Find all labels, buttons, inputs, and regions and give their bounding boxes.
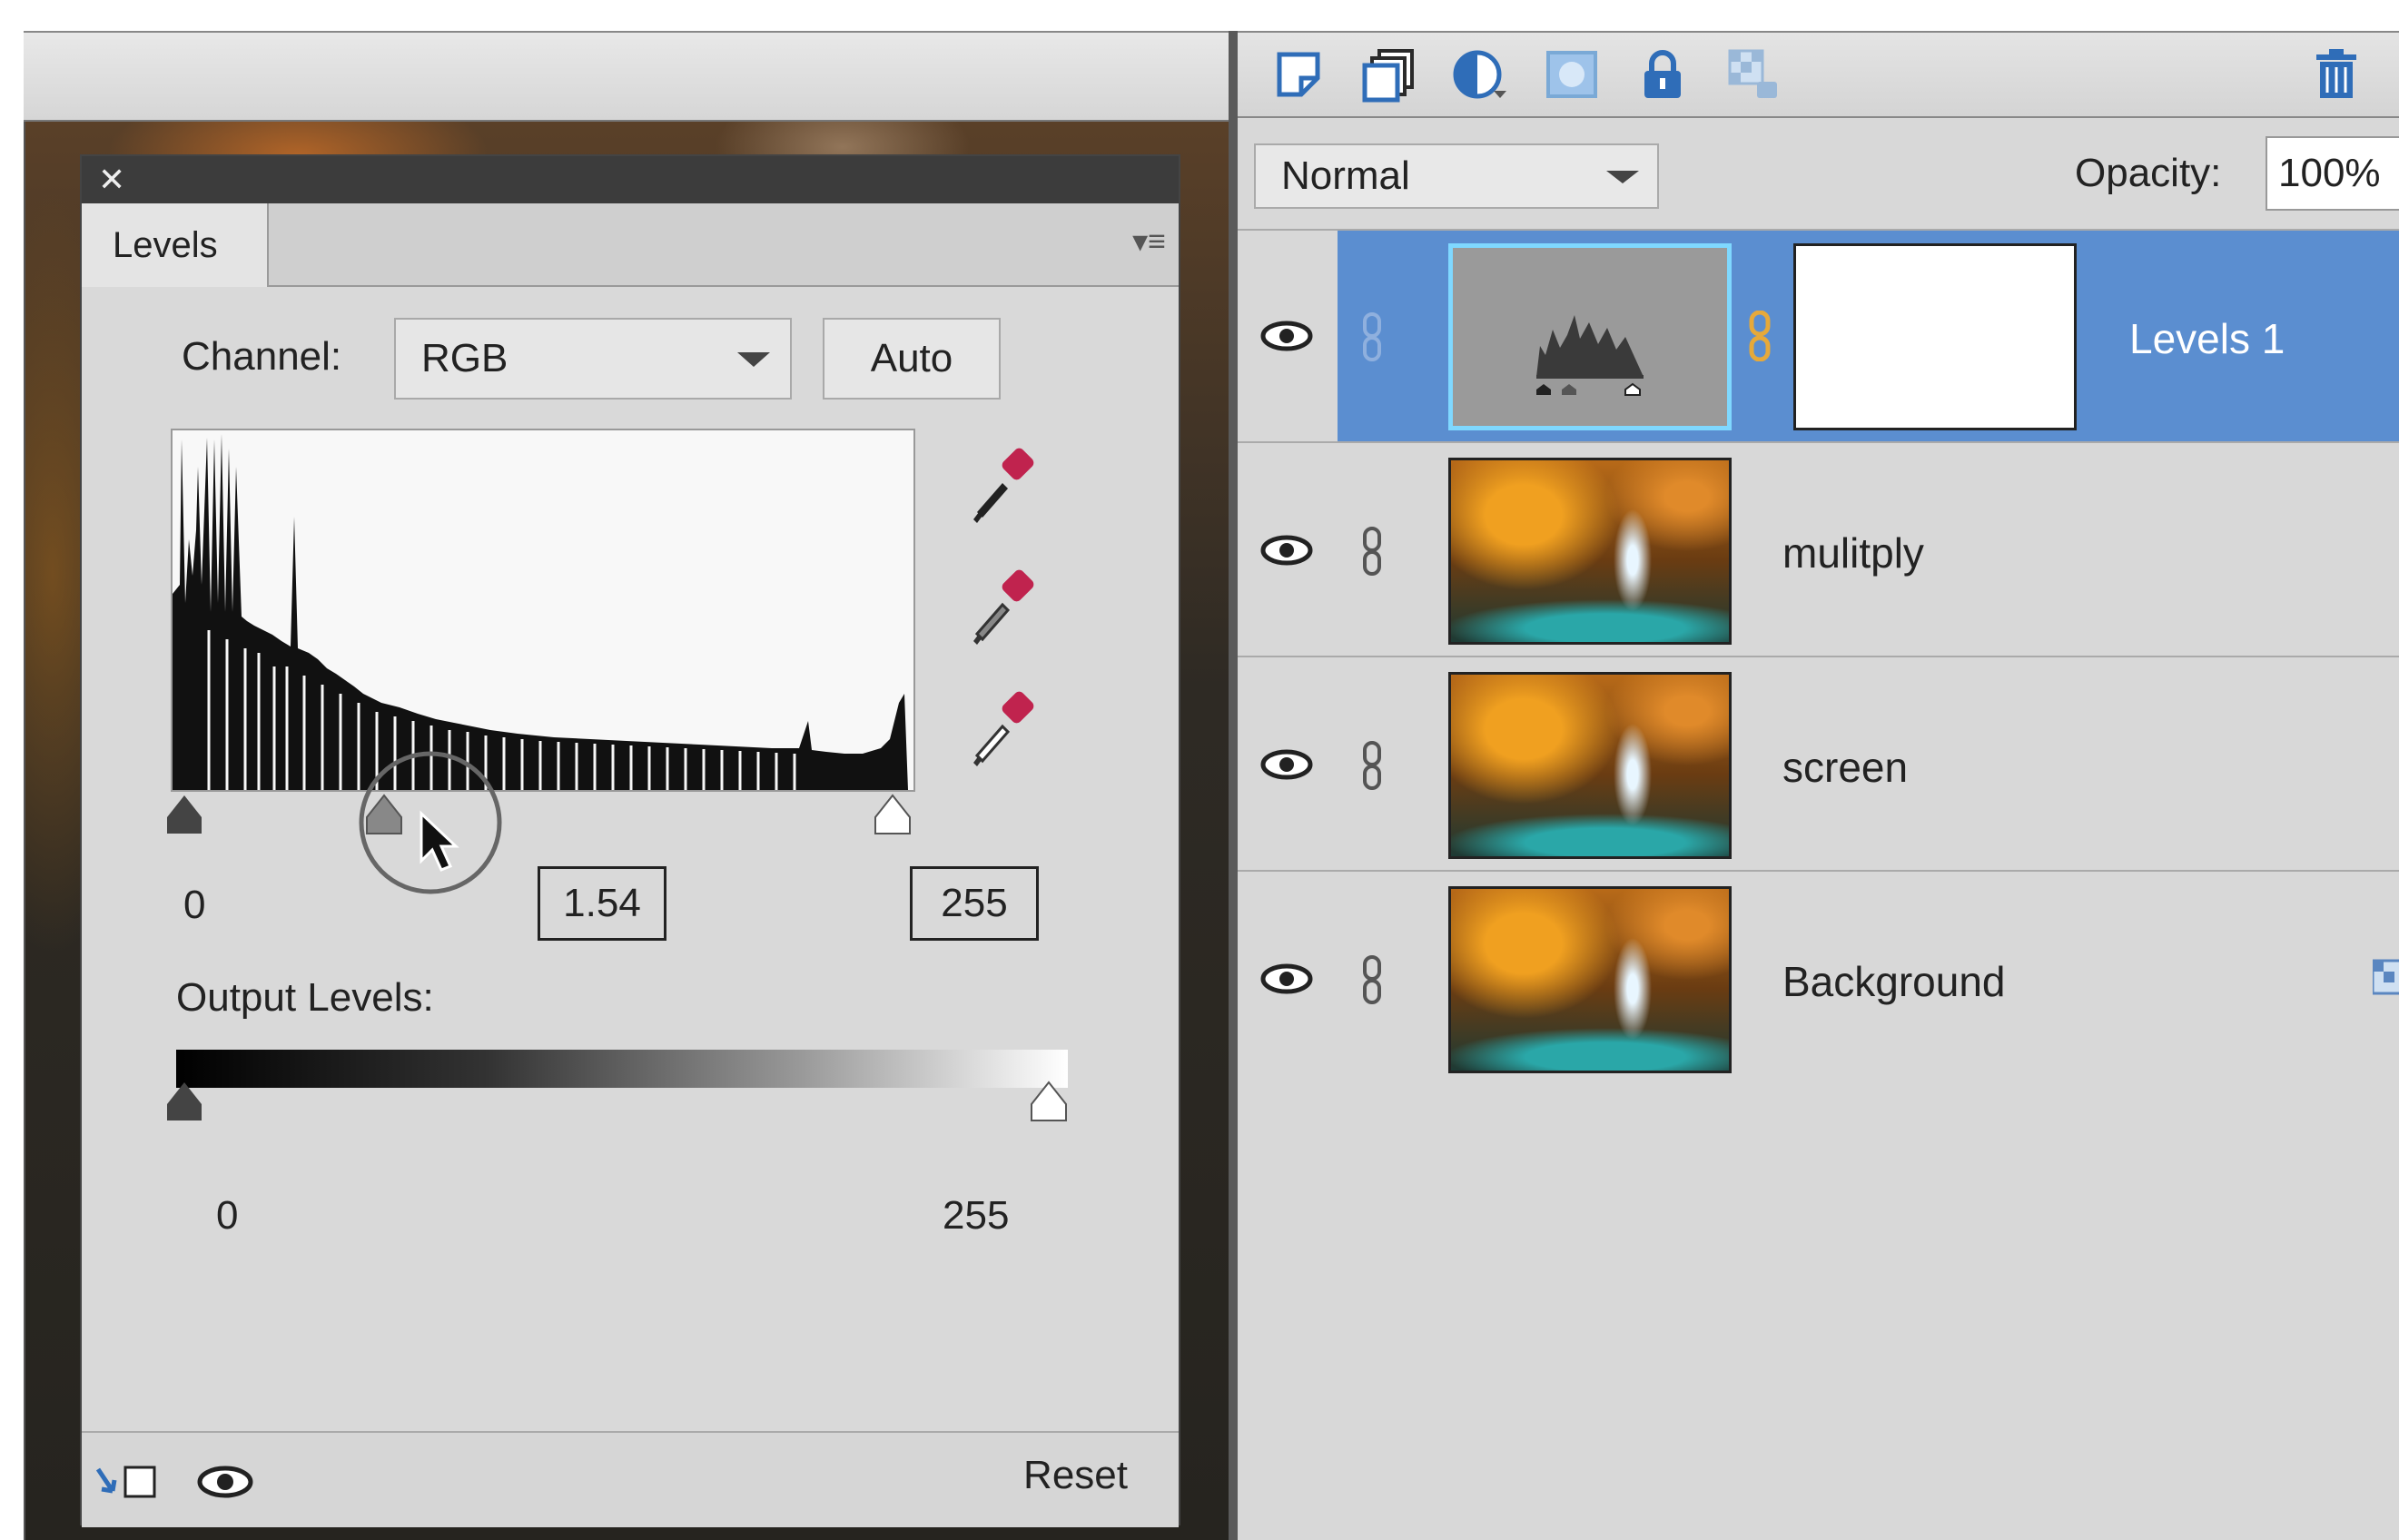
- layer-link-icon[interactable]: [1361, 955, 1383, 1004]
- chevron-down-icon: [737, 352, 770, 367]
- lock-transparent-icon[interactable]: [1724, 45, 1782, 104]
- channel-value: RGB: [421, 336, 508, 380]
- lock-icon[interactable]: [1634, 45, 1692, 104]
- layer-row[interactable]: Background: [1238, 874, 2399, 1086]
- blend-mode-value: Normal: [1281, 153, 1410, 198]
- layer-thumbnail: [1448, 458, 1732, 645]
- layer-row[interactable]: Levels 1: [1238, 231, 2399, 443]
- close-icon[interactable]: ✕: [98, 162, 125, 198]
- new-layer-icon[interactable]: [1270, 45, 1328, 104]
- adjustment-layer-icon[interactable]: [1452, 45, 1510, 104]
- output-black-value: 0: [216, 1193, 239, 1238]
- document-toolbar: [24, 31, 1229, 122]
- input-black-slider[interactable]: [162, 792, 207, 837]
- levels-panel: ✕ Levels ▾≡ Channel: RGB Auto 0 1.54 255…: [80, 154, 1180, 1527]
- layer-name: screen: [1782, 744, 1909, 791]
- histogram: [171, 429, 915, 792]
- layer-eye-icon[interactable]: [1259, 532, 1314, 568]
- histogram-shape: [173, 434, 908, 790]
- levels-thumbnail: [1448, 243, 1732, 430]
- panel-titlebar: ✕: [82, 156, 1179, 203]
- tab-levels[interactable]: Levels: [82, 203, 269, 287]
- tab-strip: Levels ▾≡: [82, 203, 1179, 287]
- auto-button[interactable]: Auto: [823, 318, 1001, 400]
- layers-toolbar: [1238, 31, 2399, 118]
- layer-name: Background: [1782, 958, 2006, 1005]
- visibility-eye-icon[interactable]: [196, 1464, 254, 1500]
- layer-eye-icon[interactable]: [1259, 746, 1314, 783]
- mask-link-icon[interactable]: [1746, 311, 1773, 361]
- layer-row[interactable]: mulitply: [1238, 445, 2399, 657]
- trash-icon[interactable]: [2307, 45, 2365, 104]
- layer-link-icon[interactable]: [1361, 527, 1383, 576]
- duplicate-layer-icon[interactable]: [1361, 45, 1419, 104]
- mouse-pointer-icon: [420, 810, 459, 872]
- channel-select[interactable]: RGB: [394, 318, 792, 400]
- opacity-field[interactable]: 100%: [2266, 136, 2399, 211]
- gray-eyedropper-icon[interactable]: [963, 567, 1044, 648]
- layer-eye-icon[interactable]: [1259, 318, 1314, 354]
- blend-mode-select[interactable]: Normal: [1254, 143, 1659, 209]
- output-black-slider[interactable]: [162, 1079, 207, 1124]
- layer-name: mulitply: [1782, 529, 1924, 577]
- layers-panel: Normal Opacity: 100% Levels 1 mulitply s…: [1229, 31, 2399, 1540]
- layer-thumbnail: [1448, 886, 1732, 1073]
- white-eyedropper-icon[interactable]: [963, 688, 1044, 770]
- cursor-highlight: [359, 751, 502, 894]
- output-white-value: 255: [943, 1193, 1010, 1238]
- input-white-slider[interactable]: [870, 792, 915, 837]
- chevron-down-icon: [1606, 171, 1639, 183]
- output-gradient-bar: [176, 1050, 1068, 1088]
- input-white-field[interactable]: 255: [910, 866, 1039, 941]
- black-eyedropper-icon[interactable]: [963, 445, 1044, 527]
- output-white-slider[interactable]: [1026, 1079, 1071, 1124]
- histogram-graph: [173, 434, 908, 790]
- panel-menu-icon[interactable]: ▾≡: [1132, 223, 1166, 260]
- input-black-value: 0: [183, 883, 206, 927]
- layer-link-icon[interactable]: [1361, 312, 1383, 361]
- opacity-label: Opacity:: [2075, 151, 2222, 195]
- histogram-icon: [1536, 315, 1644, 396]
- layer-mask-icon[interactable]: [1543, 45, 1601, 104]
- layer-link-icon[interactable]: [1361, 741, 1383, 790]
- layer-thumbnail: [1448, 672, 1732, 859]
- layer-name: Levels 1: [2129, 315, 2285, 362]
- output-levels-label: Output Levels:: [176, 975, 434, 1020]
- clip-to-layer-icon[interactable]: [93, 1460, 165, 1505]
- layer-mask-thumbnail: [1793, 243, 2077, 430]
- layer-eye-icon[interactable]: [1259, 961, 1314, 997]
- input-gamma-field[interactable]: 1.54: [538, 866, 666, 941]
- layer-row[interactable]: screen: [1238, 659, 2399, 872]
- channel-label: Channel:: [182, 334, 342, 379]
- panel-footer: Reset: [82, 1431, 1179, 1527]
- layers-list: Levels 1 mulitply screen Background: [1238, 229, 2399, 1086]
- lock-transparent-icon: [2373, 959, 2399, 995]
- reset-button[interactable]: Reset: [1023, 1453, 1128, 1498]
